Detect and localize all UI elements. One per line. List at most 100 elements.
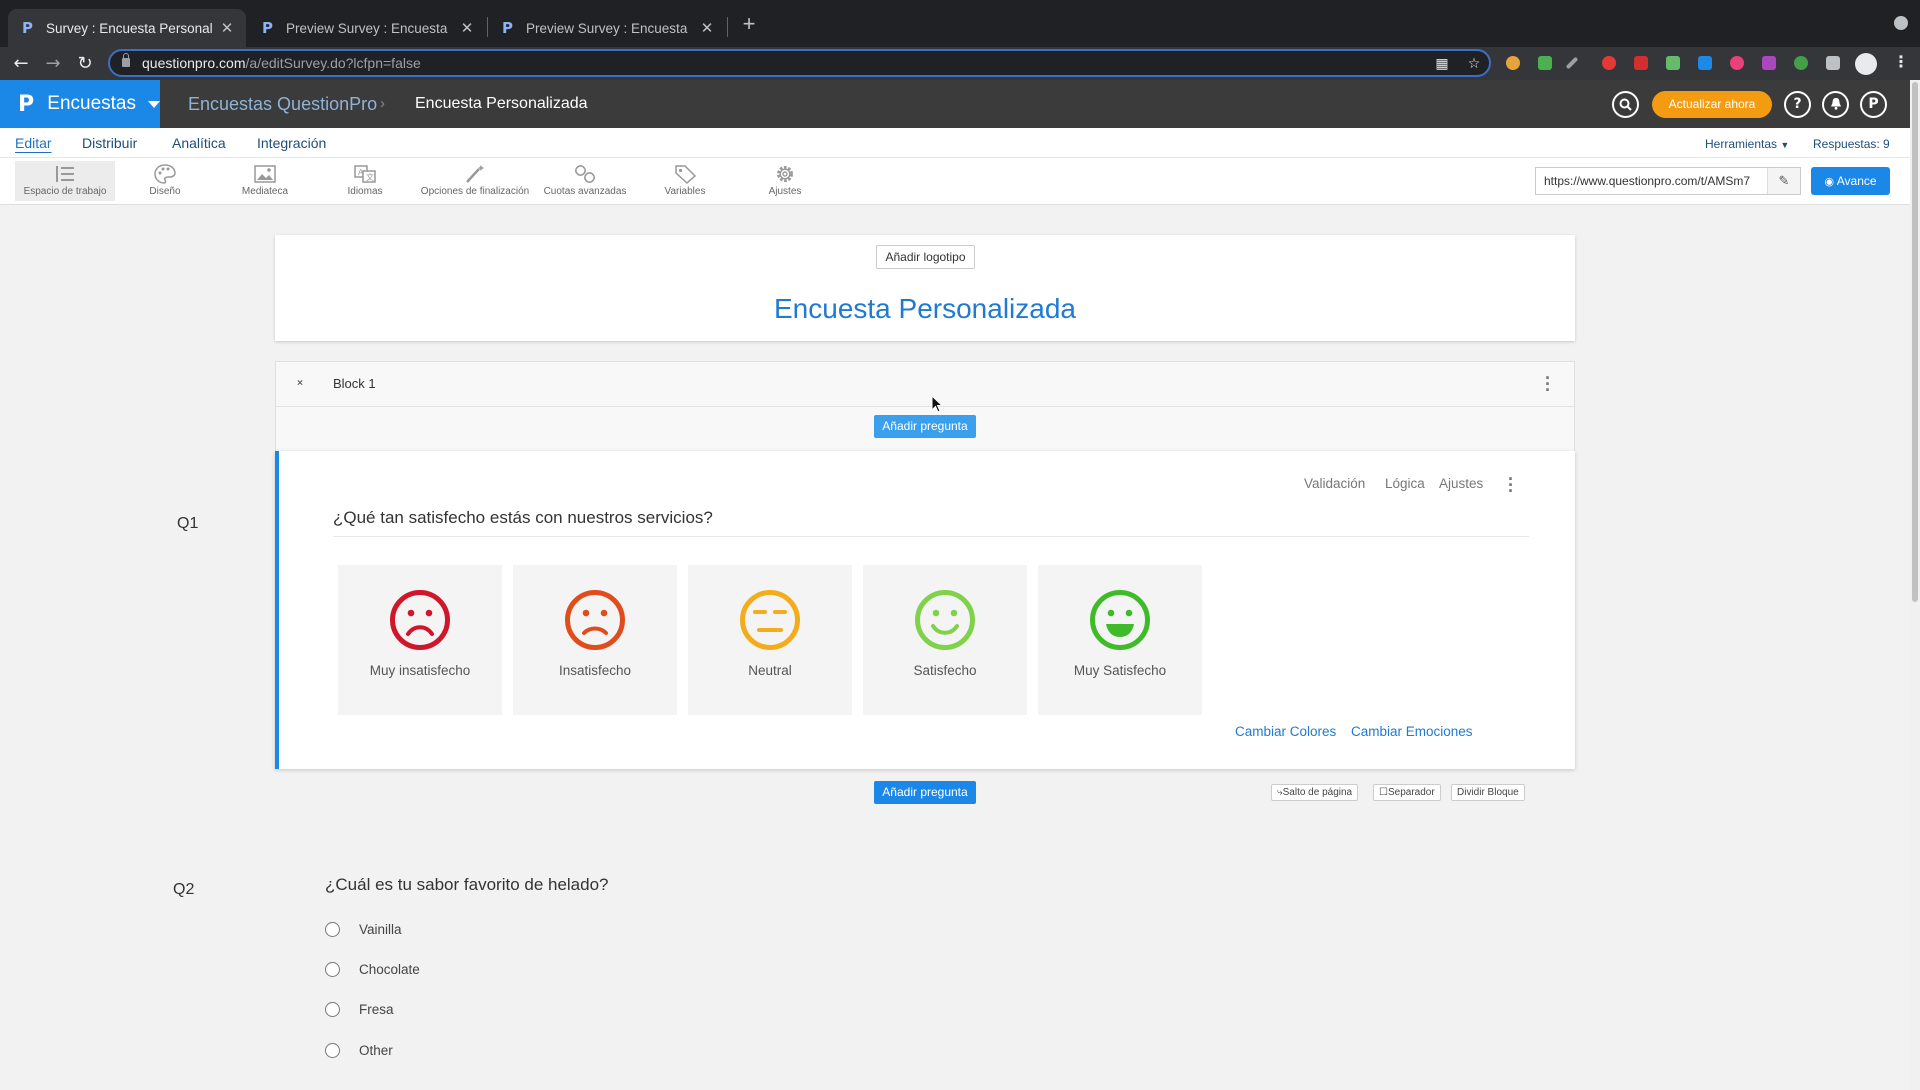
question-menu-icon[interactable]: · · · xyxy=(1507,470,1515,500)
tool-workspace[interactable]: Espacio de trabajo xyxy=(15,161,115,201)
radio-option-chocolate[interactable]: Chocolate xyxy=(325,959,420,979)
tool-label: Espacio de trabajo xyxy=(23,186,107,197)
tool-label: Variables xyxy=(664,186,706,197)
extension-icon[interactable] xyxy=(1538,56,1552,70)
question-title[interactable]: ¿Cuál es tu sabor favorito de helado? xyxy=(325,875,609,895)
tool-variables[interactable]: Variables xyxy=(645,161,725,201)
preview-button[interactable]: ◉ Avance xyxy=(1811,167,1890,195)
browser-tab-title: Preview Survey : Encuesta Personalizada xyxy=(286,20,452,36)
menu-analitica[interactable]: Analítica xyxy=(172,135,226,151)
extension-icon[interactable] xyxy=(1565,56,1579,70)
back-arrow-icon[interactable]: ← xyxy=(8,51,34,77)
responses-count[interactable]: Respuestas: 9 xyxy=(1813,137,1890,151)
page-break-label: Salto de página xyxy=(1282,787,1353,798)
radio-option-fresa[interactable]: Fresa xyxy=(325,999,394,1019)
scrollbar-thumb[interactable] xyxy=(1912,82,1918,602)
page-break-button[interactable]: ⤷Salto de página xyxy=(1271,784,1359,801)
browser-menu-icon[interactable]: ⋮ xyxy=(1893,54,1909,72)
split-block-button[interactable]: Dividir Bloque xyxy=(1451,784,1525,801)
extension-icon[interactable] xyxy=(1698,56,1712,70)
help-button[interactable]: ? xyxy=(1784,91,1811,118)
extension-icon[interactable] xyxy=(1506,56,1520,70)
radio-option-other[interactable]: Other xyxy=(325,1040,393,1060)
preview-label: Avance xyxy=(1836,174,1877,188)
menu-integracion[interactable]: Integración xyxy=(257,135,326,151)
validation-link[interactable]: Validación xyxy=(1304,476,1365,491)
separator-button[interactable]: ☐Separador xyxy=(1373,784,1441,801)
reload-icon[interactable]: ↻ xyxy=(72,51,98,77)
account-button[interactable]: P xyxy=(1860,91,1887,118)
radio-button[interactable] xyxy=(325,1042,340,1058)
extension-icon[interactable] xyxy=(1602,56,1616,70)
extension-icon[interactable] xyxy=(1666,56,1680,70)
forward-arrow-icon[interactable]: → xyxy=(40,51,66,77)
extension-icon[interactable] xyxy=(1730,56,1744,70)
radio-button[interactable] xyxy=(325,1001,340,1017)
option-very-dissatisfied[interactable]: Muy insatisfecho xyxy=(338,565,502,715)
tool-languages[interactable]: A文 Idiomas xyxy=(325,161,405,201)
very-happy-face-icon xyxy=(1090,590,1150,650)
option-very-satisfied[interactable]: Muy Satisfecho xyxy=(1038,565,1202,715)
close-tab-icon[interactable]: ✕ xyxy=(458,19,476,37)
extension-icon[interactable] xyxy=(1634,56,1648,70)
tool-label: Ajustes xyxy=(768,186,802,197)
extension-icon[interactable] xyxy=(1762,56,1776,70)
tool-advanced-quotas[interactable]: Cuotas avanzadas xyxy=(535,161,635,201)
option-neutral[interactable]: Neutral xyxy=(688,565,852,715)
add-logo-button[interactable]: Añadir logotipo xyxy=(876,245,975,269)
browser-tab-survey[interactable]: P Survey : Encuesta Personalizada ✕ xyxy=(8,9,246,47)
add-question-button[interactable]: Añadir pregunta xyxy=(874,415,976,438)
qr-code-icon[interactable]: ▦ xyxy=(1434,55,1450,71)
profile-avatar[interactable] xyxy=(1855,53,1877,75)
new-tab-icon[interactable]: + xyxy=(739,12,759,36)
tab-search-icon[interactable] xyxy=(1894,16,1908,30)
question-settings-link[interactable]: Ajustes xyxy=(1439,476,1483,491)
search-button[interactable] xyxy=(1612,91,1639,118)
logic-link[interactable]: Lógica xyxy=(1385,476,1425,491)
questionpro-favicon-icon: P xyxy=(262,19,273,37)
survey-title[interactable]: Encuesta Personalizada xyxy=(275,293,1575,325)
change-colors-link[interactable]: Cambiar Colores xyxy=(1235,724,1336,739)
survey-link-field[interactable]: https://www.questionpro.com/t/AMSm7 xyxy=(1535,167,1801,195)
tools-dropdown[interactable]: Herramientas ▼ xyxy=(1705,137,1789,151)
add-question-button[interactable]: Añadir pregunta xyxy=(874,781,976,804)
tool-end-options[interactable]: Opciones de finalización xyxy=(415,161,535,201)
block-name[interactable]: Block 1 xyxy=(333,376,376,391)
address-url[interactable]: questionpro.com/a/editSurvey.do?lcfpn=fa… xyxy=(142,55,421,71)
extension-icon[interactable] xyxy=(1794,56,1808,70)
tool-design[interactable]: Diseño xyxy=(125,161,205,201)
block-menu-icon[interactable]: · · · xyxy=(1544,369,1552,399)
option-dissatisfied[interactable]: Insatisfecho xyxy=(513,565,677,715)
menu-editar[interactable]: Editar xyxy=(15,135,52,151)
extensions-puzzle-icon[interactable] xyxy=(1826,56,1840,70)
bookmark-star-icon[interactable]: ☆ xyxy=(1466,55,1482,71)
browser-tab-preview-2[interactable]: P Preview Survey : Encuesta Personalizad… xyxy=(488,9,726,47)
radio-button[interactable] xyxy=(325,961,340,977)
question-title[interactable]: ¿Qué tan satisfecho estás con nuestros s… xyxy=(333,508,713,528)
page-scrollbar[interactable] xyxy=(1910,80,1920,1090)
radio-option-vainilla[interactable]: Vainilla xyxy=(325,919,402,939)
notifications-button[interactable] xyxy=(1822,91,1849,118)
tag-icon xyxy=(675,165,697,184)
breadcrumb-parent[interactable]: Encuestas QuestionPro xyxy=(188,94,377,115)
product-switcher[interactable]: P Encuestas xyxy=(0,80,160,128)
menu-distribuir[interactable]: Distribuir xyxy=(82,135,137,151)
tool-media-library[interactable]: Mediateca xyxy=(225,161,305,201)
radio-label: Fresa xyxy=(359,1001,394,1017)
address-bar[interactable]: questionpro.com/a/editSurvey.do?lcfpn=fa… xyxy=(108,49,1491,77)
browser-tab-preview-1[interactable]: P Preview Survey : Encuesta Personalizad… xyxy=(248,9,486,47)
edit-link-button[interactable]: ✎ xyxy=(1767,168,1800,194)
separator-label: Separador xyxy=(1387,787,1435,798)
upgrade-button[interactable]: Actualizar ahora xyxy=(1652,91,1772,118)
change-emotions-link[interactable]: Cambiar Emociones xyxy=(1351,724,1473,739)
radio-button[interactable] xyxy=(325,921,340,937)
palette-icon xyxy=(154,164,176,184)
close-tab-icon[interactable]: ✕ xyxy=(218,19,236,37)
survey-header-card: Añadir logotipo Encuesta Personalizada xyxy=(275,235,1575,341)
close-tab-icon[interactable]: ✕ xyxy=(698,19,716,37)
collapse-icon[interactable]: ⌄ ⌃ xyxy=(295,373,305,393)
main-menu: Editar Distribuir Analítica Integración … xyxy=(0,128,1910,158)
option-satisfied[interactable]: Satisfecho xyxy=(863,565,1027,715)
tool-settings[interactable]: Ajustes xyxy=(745,161,825,201)
mouse-cursor-icon xyxy=(931,395,943,413)
